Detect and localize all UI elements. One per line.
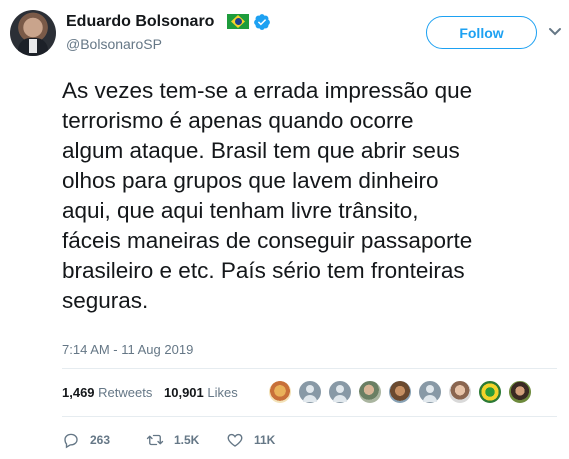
tweet-timestamp[interactable]: 7:14 AM - 11 Aug 2019 — [62, 342, 193, 357]
brazil-flag-icon — [227, 14, 249, 29]
retweet-icon — [146, 434, 164, 446]
author-handle[interactable]: @BolsonaroSP — [66, 36, 162, 52]
follow-button[interactable]: Follow — [426, 16, 537, 49]
tweet-text: As vezes tem-se a errada impressão que t… — [62, 76, 567, 316]
retweets-count: 1,469 — [62, 385, 95, 400]
liker-avatar[interactable] — [358, 380, 382, 404]
tweet-line: brasileiro e etc. País sério tem frontei… — [62, 258, 465, 283]
liker-avatar[interactable] — [418, 380, 442, 404]
likes-label: Likes — [207, 385, 238, 400]
like-count: 11K — [254, 433, 276, 447]
divider — [62, 368, 557, 369]
tweet-line: seguras. — [62, 288, 149, 313]
liker-avatar[interactable] — [508, 380, 532, 404]
retweets-label: Retweets — [98, 385, 153, 400]
likes-count: 10,901 — [164, 385, 204, 400]
tweet-line: algum ataque. Brasil tem que abrir seus — [62, 138, 460, 163]
author-avatar[interactable] — [10, 10, 56, 56]
reply-icon — [64, 433, 78, 449]
verified-badge-icon — [254, 14, 270, 30]
avatar-shirt — [29, 39, 37, 53]
liker-avatar[interactable] — [478, 380, 502, 404]
liker-avatar[interactable] — [268, 380, 292, 404]
tweet-line: fáceis maneiras de conseguir passaporte — [62, 228, 473, 253]
liker-avatar[interactable] — [448, 380, 472, 404]
retweet-button[interactable]: 1.5K — [146, 431, 199, 449]
likes-stat[interactable]: 10,901 Likes — [164, 385, 238, 400]
tweet-line: aqui, que aqui tenham livre trânsito, — [62, 198, 419, 223]
tweet-line: terrorismo é apenas quando ocorre — [62, 108, 414, 133]
like-button[interactable]: 11K — [226, 431, 275, 449]
reply-count: 263 — [90, 433, 111, 447]
chevron-down-icon[interactable] — [548, 26, 562, 38]
tweet-line: olhos para grupos que lavem dinheiro — [62, 168, 439, 193]
reply-button[interactable]: 263 — [62, 431, 110, 449]
liker-avatar[interactable] — [298, 380, 322, 404]
retweets-stat[interactable]: 1,469 Retweets — [62, 385, 152, 400]
author-name[interactable]: Eduardo Bolsonaro — [66, 13, 214, 31]
heart-icon — [227, 433, 243, 447]
tweet-line: As vezes tem-se a errada impressão que — [62, 78, 473, 103]
liker-avatar[interactable] — [388, 380, 412, 404]
engagement-stats: 1,469 Retweets 10,901 Likes — [62, 385, 238, 400]
divider — [62, 416, 557, 417]
retweet-count: 1.5K — [174, 433, 200, 447]
liker-avatar[interactable] — [328, 380, 352, 404]
